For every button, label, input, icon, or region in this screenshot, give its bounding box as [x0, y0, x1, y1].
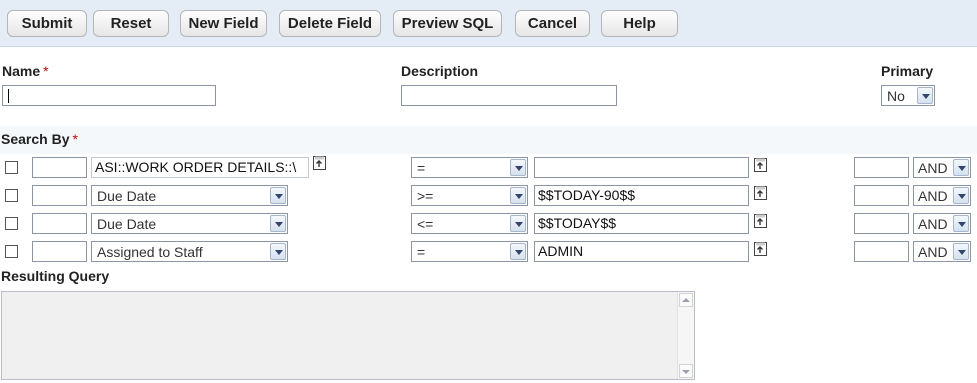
operator-select[interactable]: >=: [411, 185, 528, 206]
conjunction-select[interactable]: AND: [913, 157, 971, 178]
row-checkbox[interactable]: [5, 161, 18, 174]
conjunction-select[interactable]: AND: [913, 185, 971, 206]
resulting-query-textarea[interactable]: [1, 291, 695, 380]
paren-input[interactable]: [854, 213, 909, 234]
order-input[interactable]: [32, 157, 87, 178]
conjunction-select[interactable]: AND: [913, 213, 971, 234]
value-input[interactable]: $$TODAY$$: [534, 213, 749, 234]
field-select-value: Due Date: [97, 188, 157, 204]
submit-button[interactable]: Submit: [7, 10, 87, 37]
conjunction-select[interactable]: AND: [913, 241, 971, 262]
row-checkbox[interactable]: [5, 245, 18, 258]
preview-sql-button[interactable]: Preview SQL: [393, 10, 502, 37]
field-select[interactable]: Assigned to Staff: [91, 241, 288, 262]
chevron-down-icon: [270, 187, 286, 204]
help-button[interactable]: Help: [601, 10, 678, 37]
primary-select-value: No: [887, 88, 905, 104]
chevron-down-icon: [510, 243, 526, 260]
description-input[interactable]: [401, 85, 617, 106]
name-label: Name *: [2, 63, 49, 79]
value-picker-icon[interactable]: [753, 241, 770, 258]
reset-button[interactable]: Reset: [93, 10, 169, 37]
primary-select[interactable]: No: [881, 85, 935, 106]
chevron-down-icon: [953, 243, 969, 260]
operator-select-value: =: [417, 244, 426, 260]
chevron-down-icon: [953, 159, 969, 176]
search-by-label-text: Search By: [1, 131, 70, 147]
paren-input[interactable]: [854, 241, 909, 262]
query-scrollbar[interactable]: [677, 292, 694, 379]
search-by-label: Search By *: [1, 131, 78, 147]
value-picker-icon[interactable]: [753, 157, 770, 174]
conjunction-select-value: AND: [918, 244, 948, 260]
description-label: Description: [401, 63, 479, 79]
chevron-down-icon: [510, 159, 526, 176]
field-select-value: Due Date: [97, 216, 157, 232]
field-select[interactable]: Due Date: [91, 185, 288, 206]
conjunction-select-value: AND: [918, 188, 948, 204]
value-input[interactable]: $$TODAY-90$$: [534, 185, 749, 206]
row-checkbox[interactable]: [5, 217, 18, 230]
operator-select-value: <=: [417, 216, 434, 232]
text-caret: [8, 89, 9, 103]
primary-label: Primary: [881, 63, 934, 79]
operator-select[interactable]: =: [411, 157, 528, 178]
conjunction-select-value: AND: [918, 216, 948, 232]
field-select-value: Assigned to Staff: [97, 244, 203, 260]
toolbar: Submit Reset New Field Delete Field Prev…: [0, 0, 977, 47]
chevron-down-icon: [270, 243, 286, 260]
value-input[interactable]: [534, 157, 749, 178]
value-picker-icon[interactable]: [753, 213, 770, 230]
chevron-down-icon: [510, 187, 526, 204]
chevron-down-icon: [510, 215, 526, 232]
operator-select-value: >=: [417, 188, 434, 204]
search-by-header: [0, 126, 977, 154]
field-name-input[interactable]: ASI::WORK ORDER DETAILS::\: [91, 157, 309, 178]
scroll-up-icon[interactable]: [679, 293, 693, 307]
paren-input[interactable]: [854, 185, 909, 206]
new-field-button[interactable]: New Field: [180, 10, 267, 37]
value-input[interactable]: ADMIN: [534, 241, 749, 262]
paren-input[interactable]: [854, 157, 909, 178]
value-picker-icon[interactable]: [753, 185, 770, 202]
chevron-down-icon: [917, 87, 933, 104]
operator-select-value: =: [417, 160, 426, 176]
resulting-query-label: Resulting Query: [1, 268, 110, 284]
required-marker: *: [72, 131, 78, 147]
delete-field-button[interactable]: Delete Field: [279, 10, 381, 37]
operator-select[interactable]: <=: [411, 213, 528, 234]
name-label-text: Name: [2, 63, 41, 79]
order-input[interactable]: [32, 213, 87, 234]
field-picker-icon[interactable]: [312, 155, 329, 172]
order-input[interactable]: [32, 241, 87, 262]
required-marker: *: [43, 63, 49, 79]
chevron-down-icon: [953, 215, 969, 232]
scroll-down-icon[interactable]: [679, 364, 693, 378]
chevron-down-icon: [953, 187, 969, 204]
chevron-down-icon: [270, 215, 286, 232]
cancel-button[interactable]: Cancel: [515, 10, 590, 37]
conjunction-select-value: AND: [918, 160, 948, 176]
row-checkbox[interactable]: [5, 189, 18, 202]
field-select[interactable]: Due Date: [91, 213, 288, 234]
order-input[interactable]: [32, 185, 87, 206]
operator-select[interactable]: =: [411, 241, 528, 262]
name-input[interactable]: [2, 85, 216, 106]
